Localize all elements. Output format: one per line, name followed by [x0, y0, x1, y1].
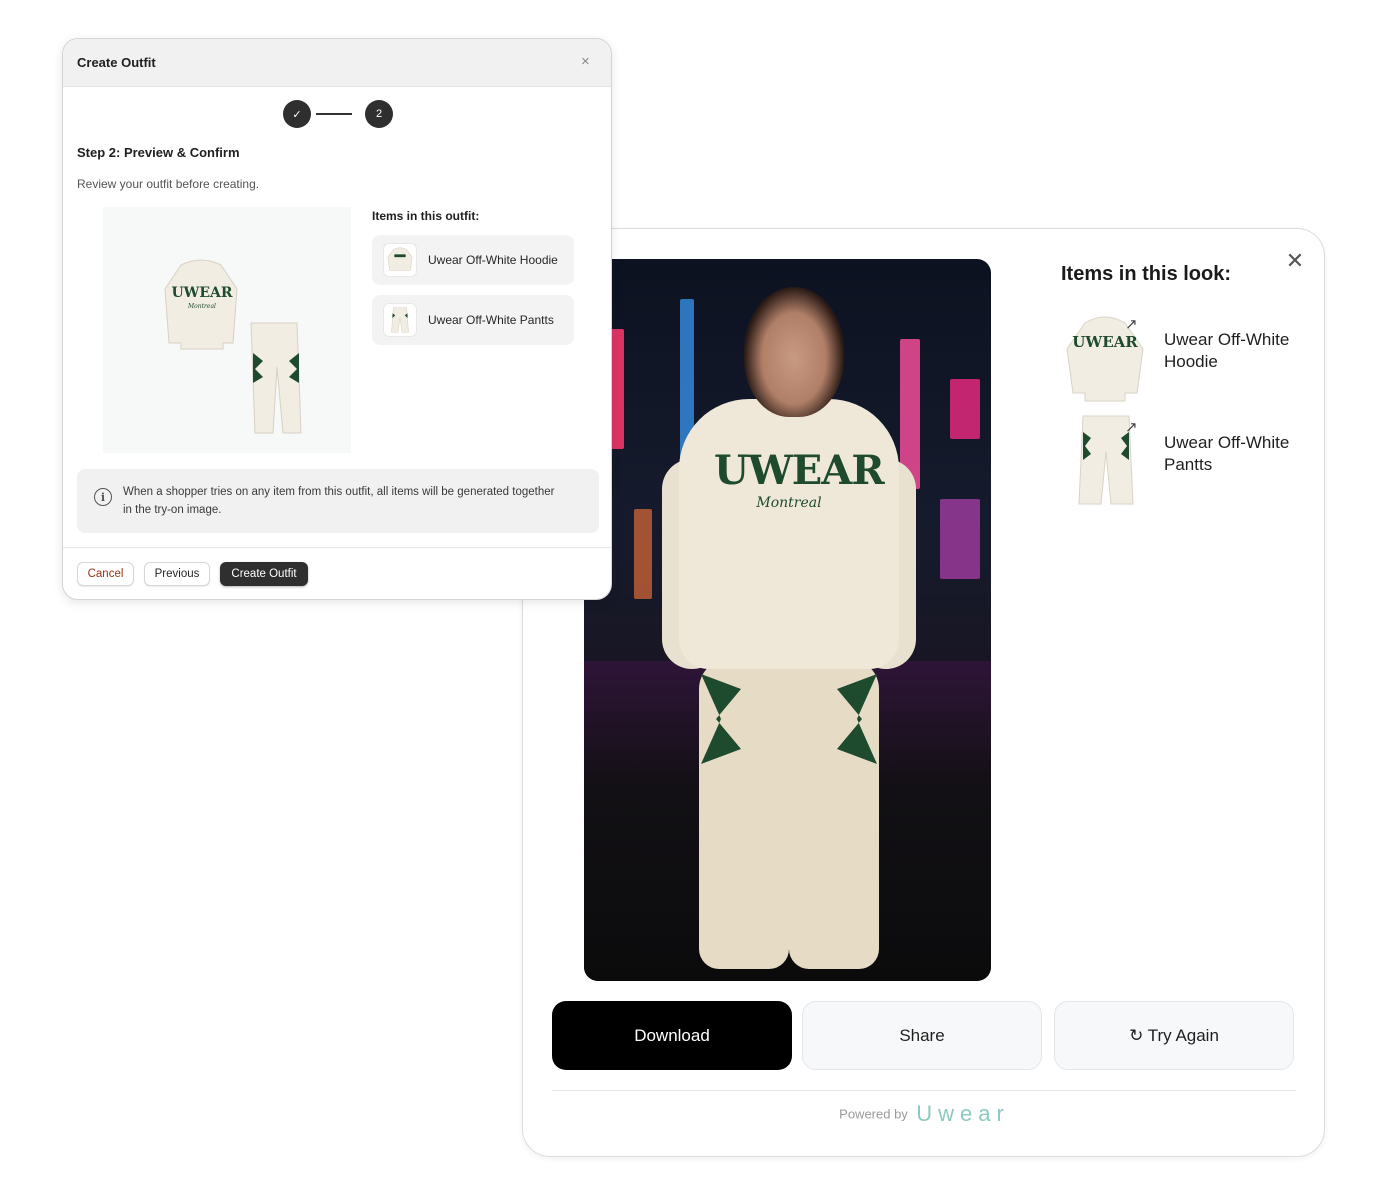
download-button[interactable]: Download	[552, 1001, 792, 1070]
tryon-result-panel: UWEAR Montreal Items in this look: ✕ UWE…	[522, 228, 1325, 1157]
hoodie-mini-thumbnail	[383, 243, 417, 277]
try-again-button[interactable]: ↻ Try Again	[1054, 1001, 1294, 1070]
hoodie-script-print: Montreal	[756, 495, 822, 511]
step-description: Review your outfit before creating.	[77, 177, 260, 191]
look-item-hoodie[interactable]: UWEAR ↗ Uwear Off-White Hoodie	[1063, 309, 1303, 405]
step-current: 2	[365, 100, 393, 128]
modal-title: Create Outfit	[77, 55, 156, 70]
divider	[552, 1090, 1296, 1091]
step-complete-check-icon: ✓	[283, 100, 311, 128]
look-item-name: Uwear Off-White Pantts	[1164, 433, 1290, 474]
step-heading: Step 2: Preview & Confirm	[77, 145, 240, 160]
neon-sign-orange	[634, 509, 652, 599]
close-icon[interactable]: ✕	[1283, 249, 1307, 273]
model-head	[744, 287, 844, 417]
outfit-item-pants[interactable]: Uwear Off-White Pantts	[372, 295, 574, 345]
neon-sign-right	[950, 379, 980, 439]
hoodie-print: UWEAR	[714, 447, 885, 494]
previous-button[interactable]: Previous	[144, 562, 210, 586]
svg-text:UWEAR: UWEAR	[1072, 333, 1138, 351]
close-icon[interactable]: ×	[581, 53, 590, 70]
stepper: ✓ 2	[283, 100, 395, 130]
info-notice: i When a shopper tries on any item from …	[77, 469, 599, 533]
tryon-photo: UWEAR Montreal	[584, 259, 991, 981]
hoodie-body	[679, 399, 899, 669]
outfit-preview-image: UWEAR Montreal	[103, 207, 351, 453]
uwear-logo[interactable]: Uwear	[916, 1101, 1010, 1126]
outfit-preview-garments: UWEAR Montreal	[164, 259, 302, 434]
outfit-item-name: Uwear Off-White Hoodie	[428, 253, 558, 267]
modal-header: Create Outfit ×	[63, 39, 611, 87]
preview-hoodie-script: Montreal	[187, 303, 216, 310]
external-link-icon[interactable]: ↗	[1125, 315, 1138, 333]
pants-mini-thumbnail	[383, 303, 417, 337]
powered-label: Powered by	[839, 1106, 908, 1122]
footer-divider	[63, 547, 611, 548]
look-title: Items in this look:	[1061, 263, 1232, 285]
create-outfit-button[interactable]: Create Outfit	[220, 562, 308, 586]
pants-stripe-right	[837, 674, 877, 764]
neon-sign-purple	[940, 499, 980, 579]
outfit-item-name: Uwear Off-White Pantts	[428, 313, 554, 327]
powered-by: Powered by Uwear	[523, 1101, 1326, 1127]
items-label: Items in this outfit:	[372, 209, 480, 223]
look-item-pants[interactable]: ↗ Uwear Off-White Pantts	[1063, 412, 1303, 508]
look-item-name: Uwear Off-White Hoodie	[1164, 330, 1290, 371]
step-connector	[316, 113, 352, 115]
outfit-item-hoodie[interactable]: Uwear Off-White Hoodie	[372, 235, 574, 285]
cancel-button[interactable]: Cancel	[77, 562, 134, 586]
info-text: When a shopper tries on any item from th…	[123, 486, 555, 516]
external-link-icon[interactable]: ↗	[1125, 418, 1138, 436]
create-outfit-modal: Create Outfit × ✓ 2 Step 2: Preview & Co…	[62, 38, 612, 600]
preview-hoodie-print: UWEAR	[171, 285, 232, 301]
pants-stripe-left	[701, 674, 741, 764]
share-button[interactable]: Share	[802, 1001, 1042, 1070]
info-icon: i	[94, 488, 112, 506]
